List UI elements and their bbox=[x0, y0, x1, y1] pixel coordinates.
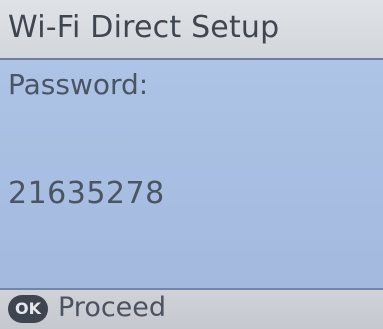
title-bar: Wi-Fi Direct Setup bbox=[0, 0, 383, 60]
printer-lcd-screen: Wi-Fi Direct Setup Password: 21635278 OK… bbox=[0, 0, 383, 329]
ok-button-icon[interactable]: OK bbox=[8, 295, 48, 323]
password-panel: Password: 21635278 bbox=[0, 60, 383, 290]
password-value: 21635278 bbox=[8, 176, 165, 211]
password-label: Password: bbox=[8, 68, 149, 101]
proceed-label[interactable]: Proceed bbox=[58, 292, 166, 323]
footer-bar: OK Proceed bbox=[0, 290, 383, 329]
screen-title: Wi-Fi Direct Setup bbox=[8, 10, 280, 45]
